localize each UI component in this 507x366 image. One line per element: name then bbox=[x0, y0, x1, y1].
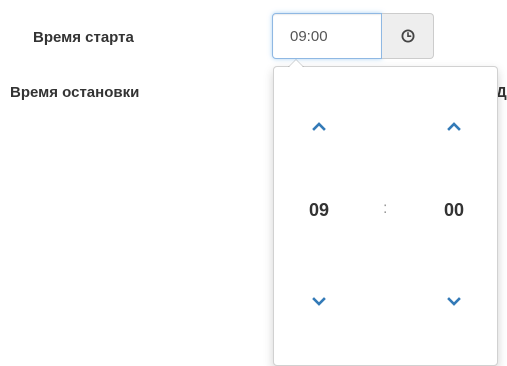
increment-hour-button[interactable] bbox=[301, 111, 337, 141]
chevron-up-icon bbox=[447, 121, 461, 131]
decrement-hour-button[interactable] bbox=[301, 287, 337, 317]
start-time-label: Время старта bbox=[33, 29, 134, 46]
hour-value[interactable]: 09 bbox=[294, 200, 344, 221]
increment-minute-button[interactable] bbox=[436, 111, 472, 141]
decrement-minute-button[interactable] bbox=[436, 287, 472, 317]
clock-button[interactable] bbox=[382, 13, 434, 59]
chevron-down-icon bbox=[447, 297, 461, 307]
chevron-down-icon bbox=[312, 297, 326, 307]
stop-time-label: Время остановки bbox=[10, 84, 140, 101]
chevron-up-icon bbox=[312, 121, 326, 131]
clock-icon bbox=[401, 29, 415, 43]
start-time-input[interactable] bbox=[272, 13, 382, 59]
time-separator: : bbox=[383, 200, 388, 217]
minute-value[interactable]: 00 bbox=[429, 200, 479, 221]
time-picker-popup: 09 : 00 bbox=[273, 59, 498, 366]
